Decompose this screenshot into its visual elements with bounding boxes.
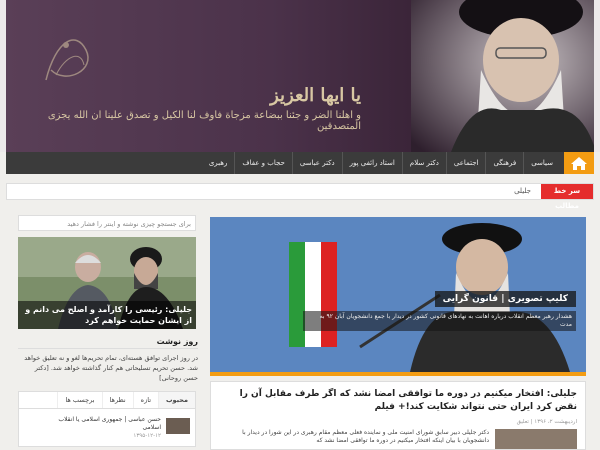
list-item-title: حسن عباسی | جمهوری اسلامی یا انقلاب اسلا…	[58, 416, 161, 431]
nav-item-politics[interactable]: سیاسی	[524, 152, 560, 174]
home-icon	[571, 157, 587, 170]
nav-item-leadership[interactable]: رهبری	[202, 152, 235, 174]
nav-item-social[interactable]: اجتماعی	[447, 152, 486, 174]
list-item[interactable]: حسن عباسی | جمهوری اسلامی یا انقلاب اسلا…	[21, 416, 191, 440]
article-excerpt: دکتر جلیلی دبیر سابق شورای امنیت ملی و ن…	[242, 429, 489, 444]
ticker-item[interactable]: جلیلی	[514, 184, 531, 199]
ticker-label: سر خط مطالب	[541, 184, 593, 210]
article-card[interactable]: جلیلی: افتخار میکنیم در دوره ما توافقی ا…	[210, 381, 586, 450]
calligraphy-title: یا ایها العزیز	[270, 85, 361, 106]
nav-item-hijab[interactable]: حجاب و عفاف	[235, 152, 292, 174]
nav-menu: سیاسی فرهنگی اجتماعی دکتر سلام استاد رائ…	[202, 152, 560, 174]
banner-calligraphy: یا ایها العزیز و اهلنا الضر و جئنا ببضاع…	[41, 85, 361, 132]
posts-tabs-widget: محبوب تازه نظرها برچسب ها حسن عباسی | جم…	[18, 391, 196, 447]
calligraphy-emblem-icon	[45, 39, 89, 81]
tab-popular[interactable]: محبوب	[158, 392, 195, 408]
calligraphy-line: و اهلنا الضر و جئنا ببضاعة مزجاة فاوف لن…	[47, 110, 361, 132]
nav-item-dr-salam[interactable]: دکتر سلام	[403, 152, 446, 174]
quote-text: در روز اجرای توافق هسته‌ای، تمام تحریم‌ه…	[24, 354, 198, 382]
news-ticker: سر خط مطالب جلیلی	[6, 183, 594, 210]
list-item-date: ۱۳۹۵-۱۲-۱۲	[133, 433, 161, 439]
leader-portrait-image	[411, 0, 594, 152]
article-thumbnail	[495, 429, 577, 449]
feature-tag: کلیپ تصویری | قانون گرایی	[434, 291, 576, 307]
slider-progress-bar	[210, 372, 586, 376]
tab-recent[interactable]: تازه	[132, 392, 158, 408]
article-meta: اردیبهشت ۲، ۱۳۹۶ | تعلیق	[516, 419, 577, 425]
tab-comments[interactable]: نظرها	[101, 392, 133, 408]
feature-description: هشدار رهبر معظم انقلاب درباره اهانت به ن…	[303, 311, 576, 331]
search-input[interactable]: برای جستجو چیزی نوشته و اینتر را فشار ده…	[18, 215, 196, 231]
tab-bar: محبوب تازه نظرها برچسب ها	[19, 392, 195, 409]
quote-section-title: روز نوشت	[18, 337, 198, 349]
sidebar: برای جستجو چیزی نوشته و اینتر را فشار ده…	[18, 215, 198, 447]
article-title[interactable]: جلیلی: افتخار میکنیم در دوره ما توافقی ا…	[217, 388, 577, 414]
tab-tags[interactable]: برچسب ها	[57, 392, 101, 408]
featured-post[interactable]: جلیلی: رئیسی را کارآمد و اصلح می دانم و …	[18, 237, 196, 329]
banner-image: یا ایها العزیز و اهلنا الضر و جئنا ببضاع…	[6, 0, 594, 152]
nav-item-raefipour[interactable]: استاد رائفی پور	[343, 152, 402, 174]
nav-item-culture[interactable]: فرهنگی	[486, 152, 523, 174]
header-banner: یا ایها العزیز و اهلنا الضر و جئنا ببضاع…	[0, 0, 600, 152]
featured-post-caption: جلیلی: رئیسی را کارآمد و اصلح می دانم و …	[18, 301, 196, 329]
main-nav: سیاسی فرهنگی اجتماعی دکتر سلام استاد رائ…	[6, 152, 594, 174]
list-item-thumbnail	[166, 418, 190, 434]
nav-item-dr-abbasi[interactable]: دکتر عباسی	[293, 152, 342, 174]
home-button[interactable]	[564, 152, 594, 174]
feature-slider[interactable]: کلیپ تصویری | قانون گرایی هشدار رهبر معظ…	[210, 217, 586, 372]
